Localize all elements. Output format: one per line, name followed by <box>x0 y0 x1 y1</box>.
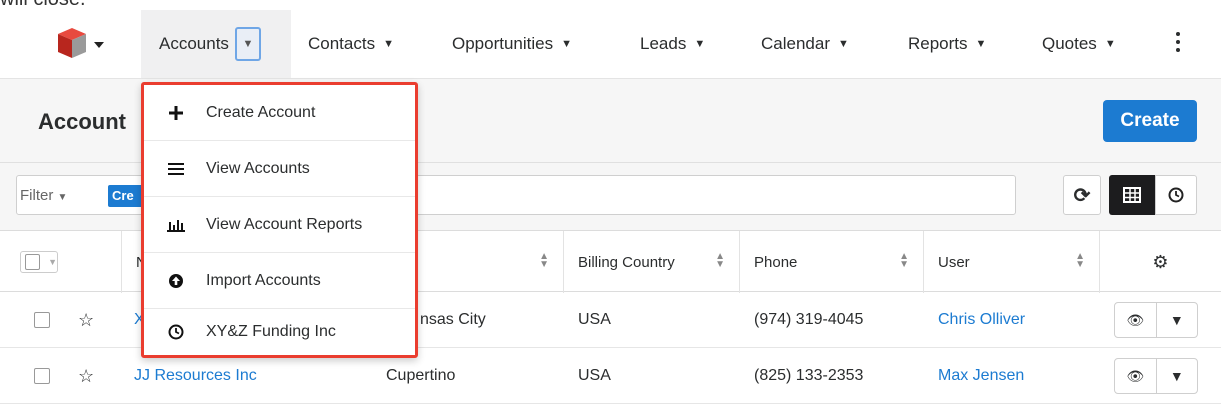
nav-quotes[interactable]: Quotes ▼ <box>1042 10 1116 78</box>
filter-label: Filter <box>20 187 54 204</box>
more-menu-icon[interactable] <box>1176 32 1182 56</box>
top-navbar: Accounts ▼ Contacts ▼ Opportunities ▼ Lead… <box>0 10 1221 78</box>
billing-country: USA <box>578 367 611 384</box>
phone: (825) 133-2353 <box>754 367 864 384</box>
column-settings-gear-icon[interactable]: ⚙ <box>1100 231 1221 293</box>
column-phone[interactable]: Phone ▲ ▼ <box>740 231 924 293</box>
menu-item-label: XY&Z Funding Inc <box>206 323 336 340</box>
row-actions: 👁 ▼ <box>1114 358 1198 394</box>
nav-contacts[interactable]: Contacts ▼ <box>308 10 394 78</box>
menu-item-import-accounts[interactable]: Import Accounts <box>144 253 415 309</box>
page-title: Account <box>38 109 126 134</box>
activity-stream-icon[interactable] <box>1155 175 1197 215</box>
chevron-down-icon: ▼ <box>48 257 57 267</box>
nav-quotes-label: Quotes <box>1042 34 1097 53</box>
refresh-icon[interactable]: ⟳ <box>1063 175 1101 215</box>
row-actions: 👁 ▼ <box>1114 302 1198 338</box>
star-icon[interactable]: ☆ <box>78 292 94 348</box>
menu-item-label: Create Account <box>206 103 316 121</box>
chevron-down-icon: ▼ <box>975 38 987 50</box>
eye-icon[interactable]: 👁 <box>1115 303 1157 337</box>
column-user-label: User <box>938 253 970 271</box>
accounts-dropdown-menu: Create Account View Accounts View Accoun… <box>141 82 418 358</box>
chevron-down-icon: ▼ <box>694 38 706 50</box>
chevron-down-icon: ▼ <box>383 38 394 50</box>
filter-chip[interactable]: Cre <box>108 185 144 207</box>
list-icon <box>164 162 188 175</box>
star-icon[interactable]: ☆ <box>78 348 94 404</box>
billing-country: USA <box>578 311 611 328</box>
nav-calendar[interactable]: Calendar ▼ <box>761 10 849 78</box>
nav-opportunities[interactable]: Opportunities ▼ <box>452 10 572 78</box>
app-logo-menu[interactable] <box>52 24 108 64</box>
menu-item-view-accounts[interactable]: View Accounts <box>144 141 415 197</box>
nav-calendar-label: Calendar <box>761 34 830 53</box>
nav-opportunities-label: Opportunities <box>452 34 554 53</box>
chevron-down-icon: ▼ <box>561 38 573 50</box>
chevron-down-icon[interactable]: ▼ <box>1157 359 1198 393</box>
menu-item-view-account-reports[interactable]: View Account Reports <box>144 197 415 253</box>
list-view-icon[interactable] <box>1109 175 1155 215</box>
chevron-down-icon[interactable]: ▼ <box>1157 303 1198 337</box>
nav-reports-label: Reports <box>908 34 968 53</box>
eye-icon[interactable]: 👁 <box>1115 359 1157 393</box>
filter-dropdown[interactable]: Filter ▼ <box>20 187 67 204</box>
chevron-down-icon: ▼ <box>1104 38 1116 50</box>
phone: (974) 319-4045 <box>754 311 864 328</box>
sort-icon[interactable]: ▲ ▼ <box>539 252 549 270</box>
plus-icon <box>164 105 188 120</box>
menu-item-create-account[interactable]: Create Account <box>144 85 415 141</box>
select-all-column: ▼ <box>0 231 122 293</box>
column-billing-country[interactable]: Billing Country ▲ ▼ <box>564 231 740 293</box>
upload-icon <box>164 273 188 289</box>
nav-leads[interactable]: Leads ▼ <box>640 10 705 78</box>
row-checkbox[interactable] <box>34 348 50 404</box>
select-all-checkbox[interactable]: ▼ <box>20 251 58 273</box>
nav-leads-label: Leads <box>640 34 687 53</box>
column-billing-country-label: Billing Country <box>578 253 675 271</box>
user-link[interactable]: Max Jensen <box>938 348 1024 404</box>
nav-accounts-label: Accounts <box>159 34 229 53</box>
sort-icon[interactable]: ▲ ▼ <box>899 252 909 270</box>
nav-reports[interactable]: Reports ▼ <box>908 10 986 78</box>
menu-item-label: View Accounts <box>206 159 310 177</box>
create-button[interactable]: Create <box>1103 100 1197 142</box>
user-link[interactable]: Chris Olliver <box>938 292 1025 348</box>
menu-item-label: Import Accounts <box>206 271 321 289</box>
nav-accounts[interactable]: Accounts ▼ <box>141 10 291 78</box>
bar-chart-icon <box>164 218 188 232</box>
chevron-down-icon: ▼ <box>57 192 68 203</box>
nav-contacts-label: Contacts <box>308 34 376 53</box>
accounts-caret-toggle[interactable]: ▼ <box>234 27 261 61</box>
chevron-down-icon: ▼ <box>838 38 849 50</box>
sort-icon[interactable]: ▲ ▼ <box>1075 252 1085 270</box>
column-phone-label: Phone <box>754 253 798 271</box>
clock-icon <box>164 324 188 340</box>
sort-icon[interactable]: ▲ ▼ <box>715 252 725 270</box>
select-all-check[interactable] <box>25 254 41 270</box>
column-user[interactable]: User ▲ ▼ <box>924 231 1100 293</box>
menu-item-label: View Account Reports <box>206 215 363 233</box>
billing-city: nsas City <box>420 311 486 328</box>
menu-item-recent-xyz-funding[interactable]: XY&Z Funding Inc <box>144 309 415 355</box>
row-checkbox[interactable] <box>34 292 50 348</box>
